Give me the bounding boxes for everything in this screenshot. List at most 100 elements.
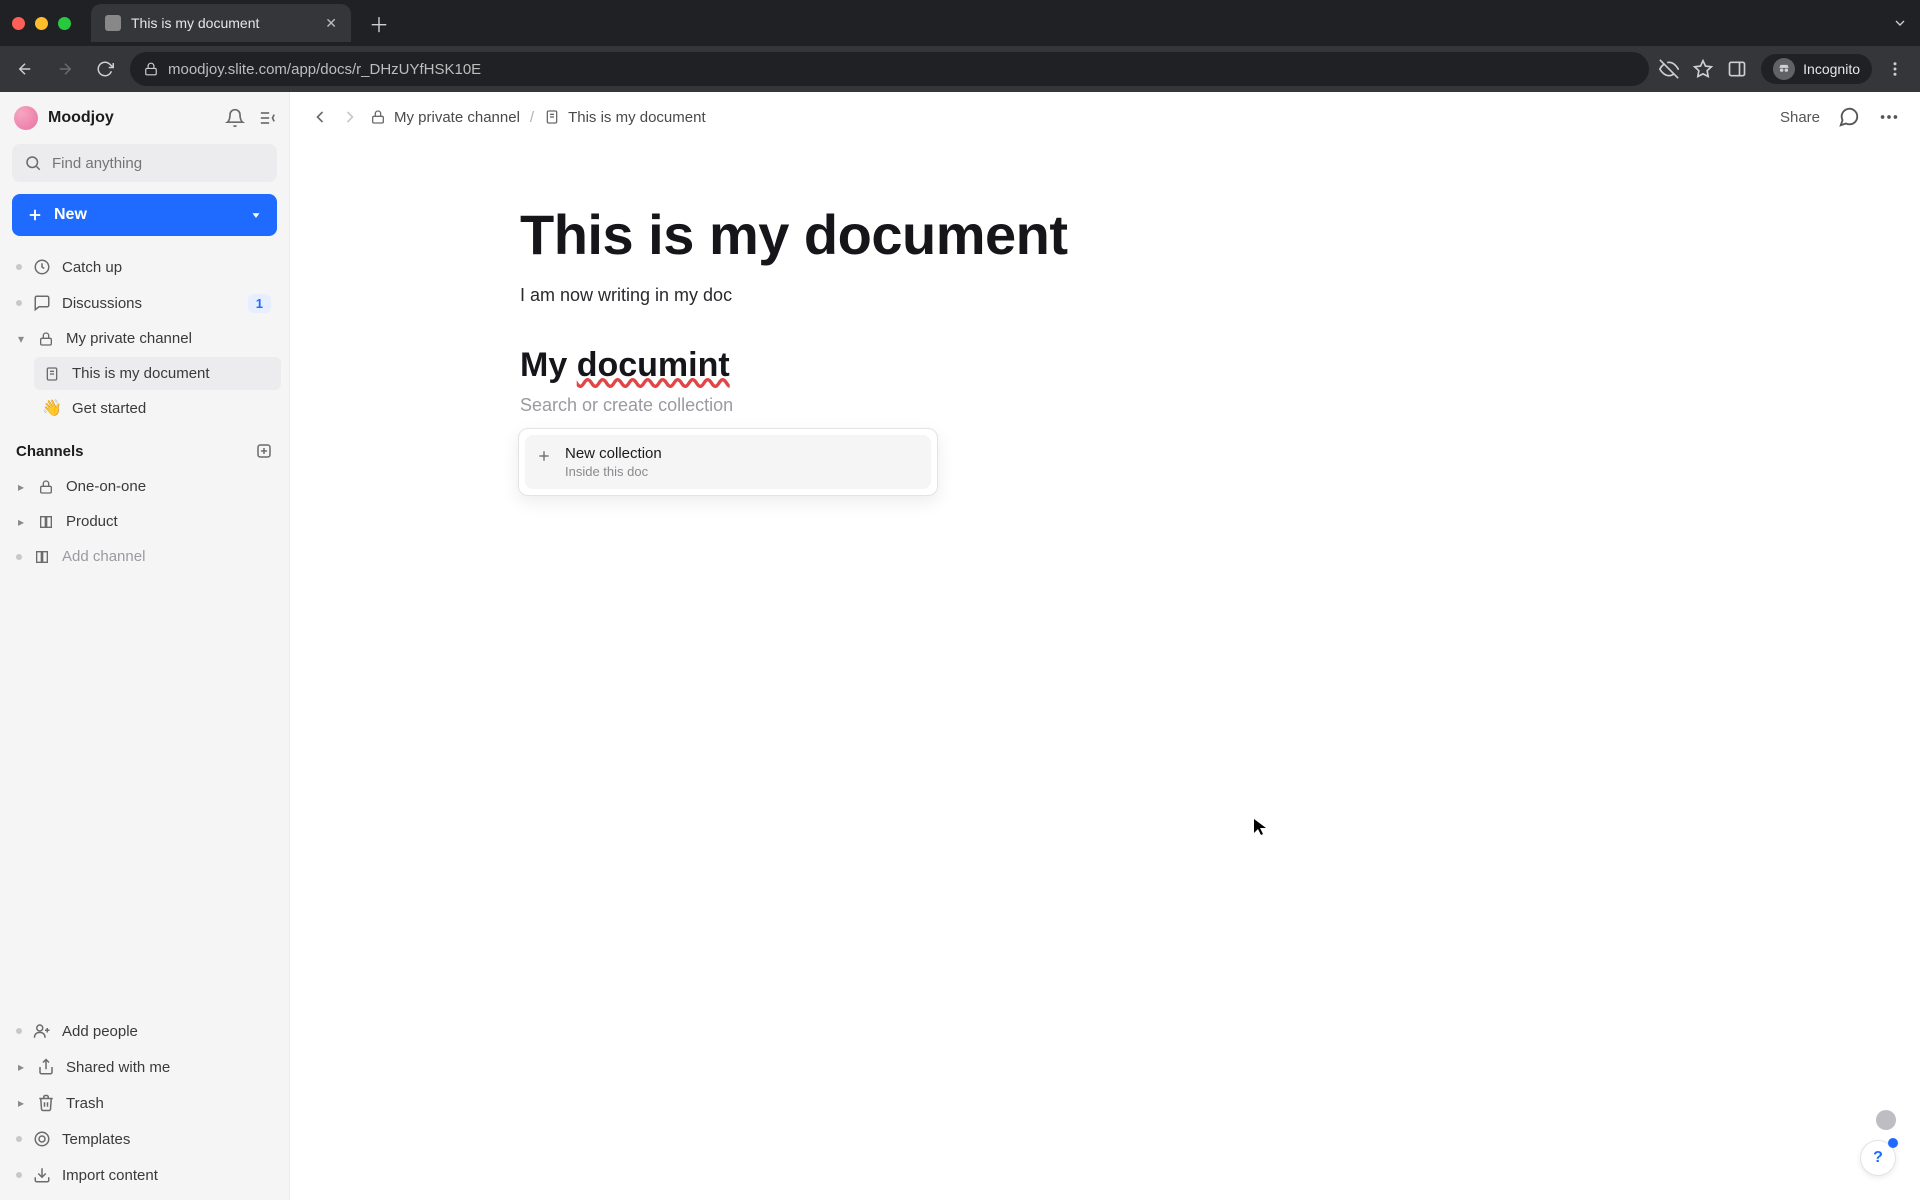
tab-title: This is my document	[131, 15, 259, 31]
plus-icon	[535, 447, 553, 465]
sidebar-item-trash[interactable]: ▸ Trash	[8, 1086, 281, 1120]
collection-popover: New collection Inside this doc	[518, 428, 938, 496]
presence-avatar-icon	[1876, 1110, 1896, 1130]
close-tab-icon[interactable]: ✕	[325, 15, 337, 32]
popover-title: New collection	[565, 445, 662, 462]
sidebar-item-label: Catch up	[62, 259, 122, 276]
wave-emoji-icon: 👋	[42, 398, 62, 418]
main-area: My private channel / This is my document…	[290, 92, 1920, 1200]
sidebar-item-label: Trash	[66, 1095, 104, 1112]
sidebar-item-product[interactable]: ▸ Product	[8, 505, 281, 538]
user-plus-icon	[32, 1022, 52, 1040]
search-bar[interactable]	[12, 144, 277, 182]
collection-search-placeholder[interactable]: Search or create collection	[520, 395, 1068, 416]
channels-header: Channels	[16, 443, 84, 460]
sidebar-item-get-started[interactable]: 👋 Get started	[34, 390, 281, 426]
document-icon	[544, 109, 560, 125]
document-heading[interactable]: My documint	[520, 346, 1068, 385]
heading-prefix: My	[520, 346, 577, 384]
history-back-button[interactable]	[310, 107, 330, 127]
sidebar-item-label: Templates	[62, 1131, 130, 1148]
sidebar-item-label: Add channel	[62, 548, 145, 565]
sidebar: Moodjoy New	[0, 92, 290, 1200]
incognito-badge[interactable]: Incognito	[1761, 54, 1872, 84]
cursor-icon	[1253, 818, 1267, 836]
chat-icon	[32, 294, 52, 312]
window-controls[interactable]	[12, 17, 71, 30]
lock-icon	[36, 479, 56, 495]
dot-icon	[16, 264, 22, 270]
chevron-right-icon[interactable]: ▸	[16, 480, 26, 494]
panel-icon[interactable]	[1727, 59, 1747, 79]
address-bar[interactable]: moodjoy.slite.com/app/docs/r_DHzUYfHSK10…	[130, 52, 1649, 86]
download-icon	[32, 1166, 52, 1184]
browser-back-button[interactable]	[10, 54, 40, 84]
search-input[interactable]	[52, 155, 265, 172]
url-text: moodjoy.slite.com/app/docs/r_DHzUYfHSK10…	[168, 61, 481, 78]
collapse-sidebar-icon[interactable]	[255, 108, 275, 128]
lock-icon	[36, 331, 56, 347]
caret-down-icon[interactable]	[249, 208, 263, 222]
discussions-badge: 1	[248, 294, 271, 313]
browser-tab[interactable]: This is my document ✕	[91, 4, 351, 42]
sidebar-item-label: Product	[66, 513, 118, 530]
new-button[interactable]: New	[12, 194, 277, 236]
breadcrumb-label: My private channel	[394, 109, 520, 126]
sidebar-item-catch-up[interactable]: Catch up	[8, 250, 281, 284]
maximize-window-icon[interactable]	[58, 17, 71, 30]
sidebar-item-import[interactable]: Import content	[8, 1158, 281, 1192]
breadcrumb-separator: /	[530, 109, 534, 126]
chevron-right-icon[interactable]: ▸	[16, 1096, 26, 1110]
eye-off-icon[interactable]	[1659, 59, 1679, 79]
comment-icon[interactable]	[1838, 106, 1860, 128]
chevron-right-icon[interactable]: ▸	[16, 1060, 26, 1074]
bell-icon[interactable]	[225, 108, 245, 128]
chevron-down-icon[interactable]	[1892, 15, 1908, 31]
sidebar-item-doc[interactable]: This is my document	[34, 357, 281, 390]
sidebar-item-discussions[interactable]: Discussions 1	[8, 286, 281, 320]
sidebar-item-private-channel[interactable]: ▾ My private channel	[8, 322, 281, 355]
chevron-right-icon[interactable]: ▸	[16, 515, 26, 529]
sidebar-item-label: My private channel	[66, 330, 192, 347]
sidebar-item-shared[interactable]: ▸ Shared with me	[8, 1050, 281, 1084]
share-button[interactable]: Share	[1780, 109, 1820, 126]
browser-forward-button[interactable]	[50, 54, 80, 84]
history-forward-button[interactable]	[340, 107, 360, 127]
sidebar-item-one-on-one[interactable]: ▸ One-on-one	[8, 470, 281, 503]
kebab-menu-icon[interactable]	[1886, 60, 1904, 78]
star-icon[interactable]	[1693, 59, 1713, 79]
plus-icon	[26, 206, 44, 224]
chevron-down-icon[interactable]: ▾	[16, 332, 26, 346]
lock-icon	[370, 109, 386, 125]
workspace-name: Moodjoy	[48, 109, 114, 127]
sidebar-item-add-people[interactable]: Add people	[8, 1014, 281, 1048]
book-icon	[36, 514, 56, 530]
lock-icon	[144, 62, 158, 76]
new-tab-button[interactable]: ＋	[361, 5, 397, 42]
workspace-avatar-icon	[14, 106, 38, 130]
browser-reload-button[interactable]	[90, 54, 120, 84]
document-icon	[42, 366, 62, 382]
add-channel-icon[interactable]	[255, 442, 273, 460]
document-title[interactable]: This is my document	[520, 202, 1068, 267]
dot-icon	[16, 1172, 22, 1178]
help-button[interactable]: ?	[1860, 1140, 1896, 1176]
document-body-line[interactable]: I am now writing in my doc	[520, 285, 1068, 306]
incognito-icon	[1773, 58, 1795, 80]
heading-misspelled-word: documint	[577, 346, 730, 384]
search-icon	[24, 154, 42, 172]
workspace-switcher[interactable]: Moodjoy	[14, 106, 114, 130]
close-window-icon[interactable]	[12, 17, 25, 30]
popover-subtitle: Inside this doc	[565, 464, 662, 479]
new-collection-option[interactable]: New collection Inside this doc	[525, 435, 931, 489]
sidebar-item-add-channel[interactable]: Add channel	[8, 540, 281, 573]
dot-icon	[16, 1136, 22, 1142]
breadcrumb-doc[interactable]: This is my document	[544, 109, 706, 126]
more-menu-icon[interactable]	[1878, 106, 1900, 128]
breadcrumb-channel[interactable]: My private channel	[370, 109, 520, 126]
sidebar-item-label: Import content	[62, 1167, 158, 1184]
breadcrumb: My private channel / This is my document	[370, 109, 706, 126]
minimize-window-icon[interactable]	[35, 17, 48, 30]
sidebar-item-templates[interactable]: Templates	[8, 1122, 281, 1156]
help-label: ?	[1873, 1149, 1883, 1167]
